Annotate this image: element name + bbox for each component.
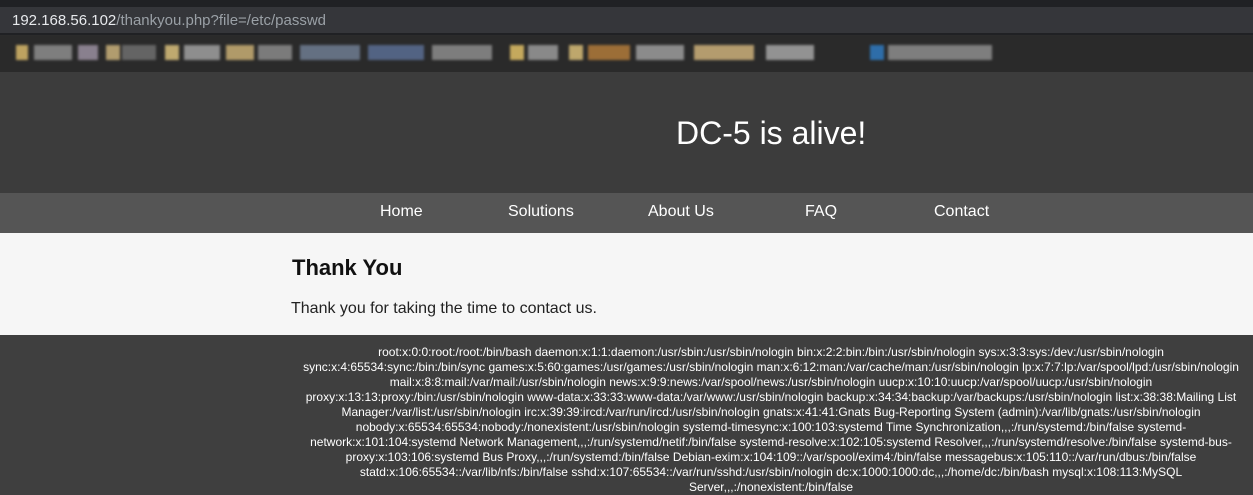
bookmark-item[interactable] [432,45,492,60]
url-path: /thankyou.php?file=/etc/passwd [116,12,327,29]
url-host: 192.168.56.102 [12,12,117,29]
site-header: DC-5 is alive! [0,72,1253,193]
site-footer: root:x:0:0:root:/root:/bin/bash daemon:x… [0,335,1253,494]
bookmark-item[interactable] [184,45,220,60]
browser-toolbar: 192.168.56.102/thankyou.php?file=/etc/pa… [0,0,1253,36]
bookmark-item[interactable] [694,45,754,60]
bookmark-item[interactable] [122,45,156,60]
bookmark-item[interactable] [368,45,424,60]
bookmark-item[interactable] [888,45,992,60]
bookmark-item[interactable] [300,45,360,60]
bookmark-icon[interactable] [569,45,583,60]
bookmark-icon[interactable] [226,45,254,60]
bookmark-icon[interactable] [106,45,120,60]
bookmark-icon[interactable] [636,45,684,60]
nav-home-link[interactable]: Home [380,203,423,221]
main-nav: Home Solutions About Us FAQ Contact [0,193,1253,233]
nav-solutions-link[interactable]: Solutions [508,203,574,221]
bookmark-item[interactable] [258,45,292,60]
bookmark-icon[interactable] [870,45,884,60]
site-title: DC-5 is alive! [676,115,867,151]
bookmarks-bar [0,36,1253,72]
nav-contact-link[interactable]: Contact [934,203,989,221]
main-content: Thank You Thank you for taking the time … [0,233,1253,335]
included-file-output: root:x:0:0:root:/root:/bin/bash daemon:x… [303,345,1239,494]
bookmark-icon[interactable] [165,45,179,60]
bookmark-item[interactable] [588,45,630,60]
url-text[interactable]: 192.168.56.102/thankyou.php?file=/etc/pa… [12,12,326,30]
bookmark-item[interactable] [528,45,558,60]
bookmark-item[interactable] [34,45,72,60]
bookmark-item[interactable] [78,45,98,60]
bookmark-icon[interactable] [766,45,814,60]
page-heading: Thank You [292,255,403,280]
bookmark-icon[interactable] [16,45,28,60]
bookmark-icon[interactable] [510,45,524,60]
thank-you-message: Thank you for taking the time to contact… [291,300,597,317]
nav-faq-link[interactable]: FAQ [805,203,837,221]
nav-about-us-link[interactable]: About Us [648,203,714,221]
